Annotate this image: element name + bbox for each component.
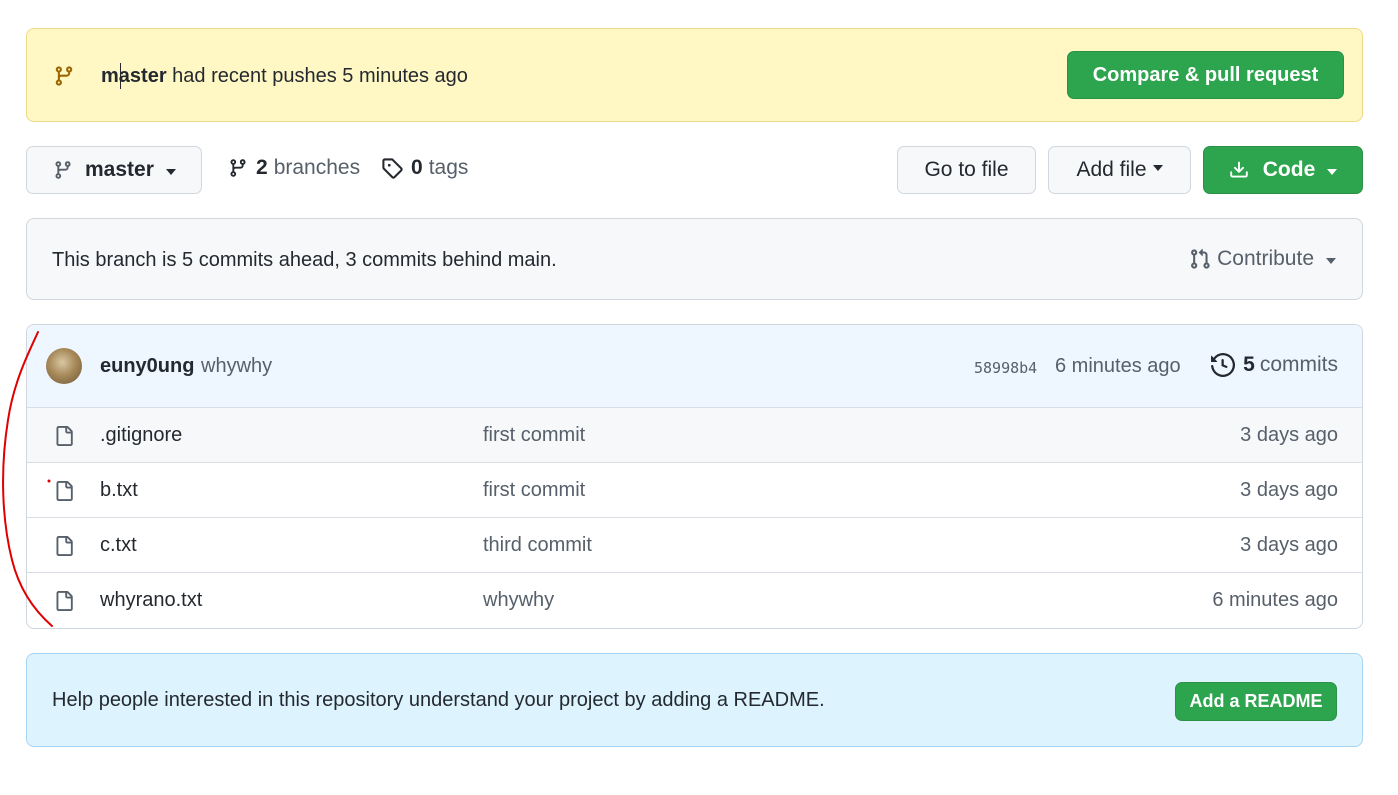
commit-sha-link[interactable]: 58998b4: [974, 359, 1037, 377]
file-commit-age: 3 days ago: [1240, 479, 1338, 501]
file-commit-age: 3 days ago: [1240, 534, 1338, 556]
avatar[interactable]: [46, 348, 82, 384]
branch-select-button[interactable]: master: [26, 146, 202, 194]
latest-commit-header: euny0ung whywhy 58998b4 6 minutes ago 5 …: [27, 325, 1362, 408]
file-icon: [56, 426, 73, 446]
readme-prompt-text: Help people interested in this repositor…: [52, 689, 825, 711]
commit-author-link[interactable]: euny0ung: [100, 355, 194, 378]
commit-time: 6 minutes ago: [1055, 355, 1181, 377]
file-commit-message-link[interactable]: third commit: [483, 534, 592, 557]
commits-history-link[interactable]: 5 commits: [1211, 353, 1338, 377]
file-row[interactable]: whyrano.txt whywhy 6 minutes ago: [27, 572, 1362, 627]
file-commit-message-link[interactable]: whywhy: [483, 589, 554, 612]
branches-count: 2: [256, 156, 268, 179]
file-list: euny0ung whywhy 58998b4 6 minutes ago 5 …: [26, 324, 1363, 629]
file-commit-message-link[interactable]: first commit: [483, 479, 585, 502]
chevron-down-icon: [165, 168, 176, 175]
contribute-dropdown[interactable]: Contribute: [1189, 247, 1336, 271]
commits-count: 5: [1243, 353, 1255, 376]
recent-pushes-banner: master had recent pushes 5 minutes ago C…: [26, 28, 1363, 122]
file-row[interactable]: .gitignore first commit 3 days ago: [27, 407, 1362, 462]
git-branch-icon: [55, 66, 73, 86]
tags-label: tags: [428, 156, 469, 179]
git-branch-icon: [230, 159, 246, 177]
download-icon: [1230, 161, 1248, 178]
branches-link[interactable]: 2 branches: [228, 156, 360, 180]
commit-message-link[interactable]: whywhy: [201, 355, 272, 378]
add-readme-button[interactable]: Add a README: [1175, 682, 1337, 721]
add-file-button[interactable]: Add file: [1048, 146, 1191, 194]
commits-label: commits: [1259, 353, 1338, 376]
chevron-down-icon: [1327, 168, 1338, 175]
file-name-link[interactable]: whyrano.txt: [100, 589, 202, 612]
branch-comparison-box: This branch is 5 commits ahead, 3 commit…: [26, 218, 1363, 300]
compare-pull-request-button[interactable]: Compare & pull request: [1067, 51, 1344, 99]
history-icon: [1211, 353, 1236, 377]
file-row[interactable]: b.txt first commit 3 days ago: [27, 462, 1362, 517]
file-row[interactable]: c.txt third commit 3 days ago: [27, 517, 1362, 572]
readme-prompt-box: Help people interested in this repositor…: [26, 653, 1363, 747]
chevron-down-icon: [1326, 257, 1336, 264]
git-pull-request-icon: [1191, 248, 1210, 269]
branches-label: branches: [273, 156, 361, 179]
tags-count: 0: [411, 156, 423, 179]
code-button[interactable]: Code: [1203, 146, 1363, 194]
file-icon: [56, 536, 73, 556]
pushed-branch-link[interactable]: master: [101, 65, 167, 87]
go-to-file-button[interactable]: Go to file: [897, 146, 1036, 194]
file-name-link[interactable]: .gitignore: [100, 424, 182, 447]
chevron-down-icon: [1152, 165, 1163, 171]
recent-pushes-message: master had recent pushes 5 minutes ago: [101, 65, 468, 88]
file-name-link[interactable]: c.txt: [100, 534, 137, 557]
file-commit-age: 6 minutes ago: [1212, 589, 1338, 611]
contribute-label: Contribute: [1217, 247, 1314, 270]
repo-toolbar: master 2 branches 0 tags Go to file Add …: [26, 146, 1363, 194]
branch-select-label: master: [85, 158, 154, 181]
tags-link[interactable]: 0 tags: [381, 156, 468, 180]
git-branch-icon: [55, 161, 71, 179]
code-button-label: Code: [1262, 158, 1316, 181]
add-file-label: Add file: [1076, 158, 1147, 181]
recent-pushes-text: had recent pushes 5 minutes ago: [172, 65, 468, 87]
file-icon: [56, 591, 73, 611]
file-name-link[interactable]: b.txt: [100, 479, 138, 502]
file-icon: [56, 481, 73, 501]
file-commit-message-link[interactable]: first commit: [483, 424, 585, 447]
tag-icon: [382, 158, 403, 179]
ahead-behind-text: This branch is 5 commits ahead, 3 commit…: [52, 249, 557, 271]
file-commit-age: 3 days ago: [1240, 424, 1338, 446]
